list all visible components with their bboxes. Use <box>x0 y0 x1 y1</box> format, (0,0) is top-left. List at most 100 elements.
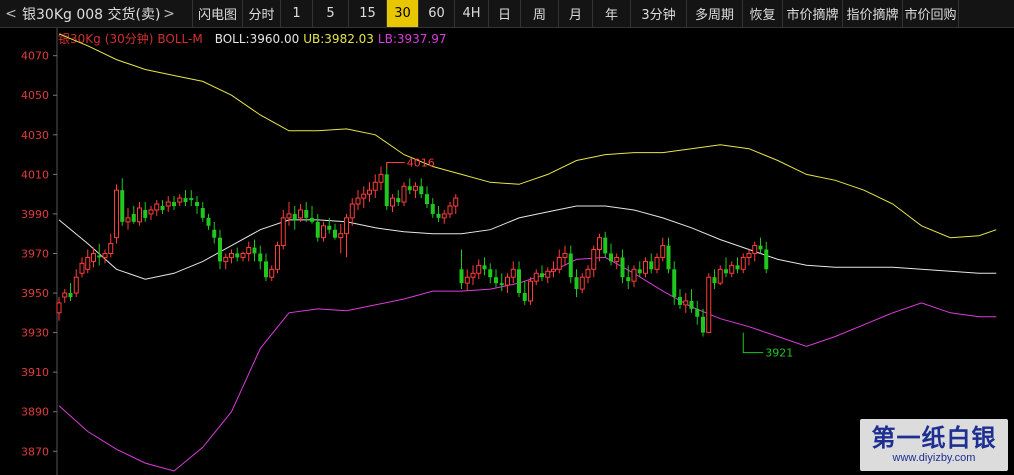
candles <box>56 162 769 337</box>
timeframe-button-17[interactable]: 市价回购 <box>903 0 959 27</box>
timeframe-button-9[interactable]: 周 <box>521 0 559 27</box>
candle-body <box>390 197 395 207</box>
candle-body <box>108 243 114 254</box>
candle-body <box>614 256 620 262</box>
candle-body <box>556 256 562 270</box>
candle-body <box>649 261 654 270</box>
candle <box>620 249 625 284</box>
candlestick-chart[interactable]: 3870 3890 3910 3930 3950 3970 3990 4010 4030 4050… <box>0 28 1014 475</box>
candle <box>568 245 573 284</box>
timeframe-button-5[interactable]: 30 <box>387 0 419 27</box>
candle <box>223 253 229 270</box>
candle-body <box>344 217 349 235</box>
candle <box>494 269 498 288</box>
candle <box>637 261 642 278</box>
timeframe-button-10[interactable]: 月 <box>559 0 593 27</box>
candle <box>355 190 361 210</box>
candle-body <box>654 256 660 270</box>
timeframe-button-16[interactable]: 指价摘牌 <box>843 0 903 27</box>
candle <box>740 253 746 274</box>
candle <box>212 221 217 244</box>
lower-band-line <box>58 256 997 472</box>
candle-body <box>310 217 314 222</box>
candle-body <box>131 213 136 222</box>
timeframe-button-4[interactable]: 15 <box>349 0 387 27</box>
timeframe-button-6[interactable]: 60 <box>419 0 455 27</box>
timeframe-button-3[interactable]: 5 <box>313 0 349 27</box>
timeframe-button-14[interactable]: 恢复 <box>743 0 783 27</box>
candle <box>654 253 660 274</box>
candle-body <box>678 296 682 305</box>
candle-body <box>177 197 183 203</box>
candle-body <box>62 292 68 298</box>
nav-left-arrow[interactable]: < <box>0 0 22 27</box>
candle <box>706 273 712 334</box>
candle-body <box>79 262 85 274</box>
candle-body <box>470 272 476 278</box>
candle-body <box>562 252 568 258</box>
candle <box>441 209 447 224</box>
candle <box>562 245 568 266</box>
candle-body <box>327 225 332 230</box>
timeframe-button-12[interactable]: 3分钟 <box>631 0 687 27</box>
mid-band-line <box>58 205 997 280</box>
candle-body <box>476 264 482 274</box>
candle <box>746 249 752 266</box>
candle-body <box>125 217 131 223</box>
candle-body <box>758 245 763 250</box>
candle <box>453 194 459 214</box>
candle <box>459 249 464 290</box>
candle <box>510 261 516 284</box>
timeframe-button-1[interactable]: 分时 <box>243 0 281 27</box>
timeframe-button-11[interactable]: 年 <box>593 0 631 27</box>
candle-body <box>269 268 275 278</box>
candle <box>390 194 395 212</box>
candle <box>499 273 504 292</box>
candle-body <box>441 213 447 219</box>
candle-body <box>223 256 229 262</box>
candle-body <box>436 213 441 218</box>
candle <box>660 237 666 262</box>
candle <box>172 196 176 210</box>
candle <box>752 241 758 262</box>
nav-right-arrow[interactable]: > <box>158 0 180 28</box>
candle-body <box>574 277 579 290</box>
candle-body <box>724 269 728 274</box>
timeframe-button-2[interactable]: 1 <box>281 0 313 27</box>
candle-body <box>620 257 625 278</box>
timeframe-button-7[interactable]: 4H <box>455 0 489 27</box>
candle-body <box>68 293 73 297</box>
upper-band-line <box>58 33 997 239</box>
candle-body <box>206 217 211 226</box>
candle-body <box>626 277 631 282</box>
candle-body <box>229 252 234 258</box>
candle <box>556 249 562 274</box>
candle-body <box>585 268 591 278</box>
candle-body <box>643 260 648 274</box>
candle <box>361 186 367 208</box>
candle <box>200 202 205 222</box>
timeframe-button-0[interactable]: 闪电图 <box>193 0 243 27</box>
candle-body <box>183 198 188 203</box>
timeframe-button-15[interactable]: 市价摘牌 <box>783 0 843 27</box>
candle-body <box>631 268 637 282</box>
candle <box>631 265 637 288</box>
timeframe-button-8[interactable]: 日 <box>489 0 521 27</box>
candle-body <box>717 268 723 284</box>
candle-body <box>355 197 361 205</box>
candle <box>338 223 344 254</box>
candle <box>533 269 539 286</box>
candle-body <box>235 253 240 258</box>
candle-body <box>172 202 176 207</box>
candle-body <box>401 185 407 203</box>
candle <box>695 300 700 325</box>
candle-body <box>148 209 154 215</box>
candle-body <box>735 265 740 270</box>
candle-body <box>333 229 337 238</box>
candle <box>252 239 257 262</box>
candle <box>591 245 597 278</box>
candle-body <box>660 245 666 258</box>
timeframe-button-13[interactable]: 多周期 <box>687 0 743 27</box>
candle <box>333 223 337 240</box>
candle-body <box>551 268 556 272</box>
